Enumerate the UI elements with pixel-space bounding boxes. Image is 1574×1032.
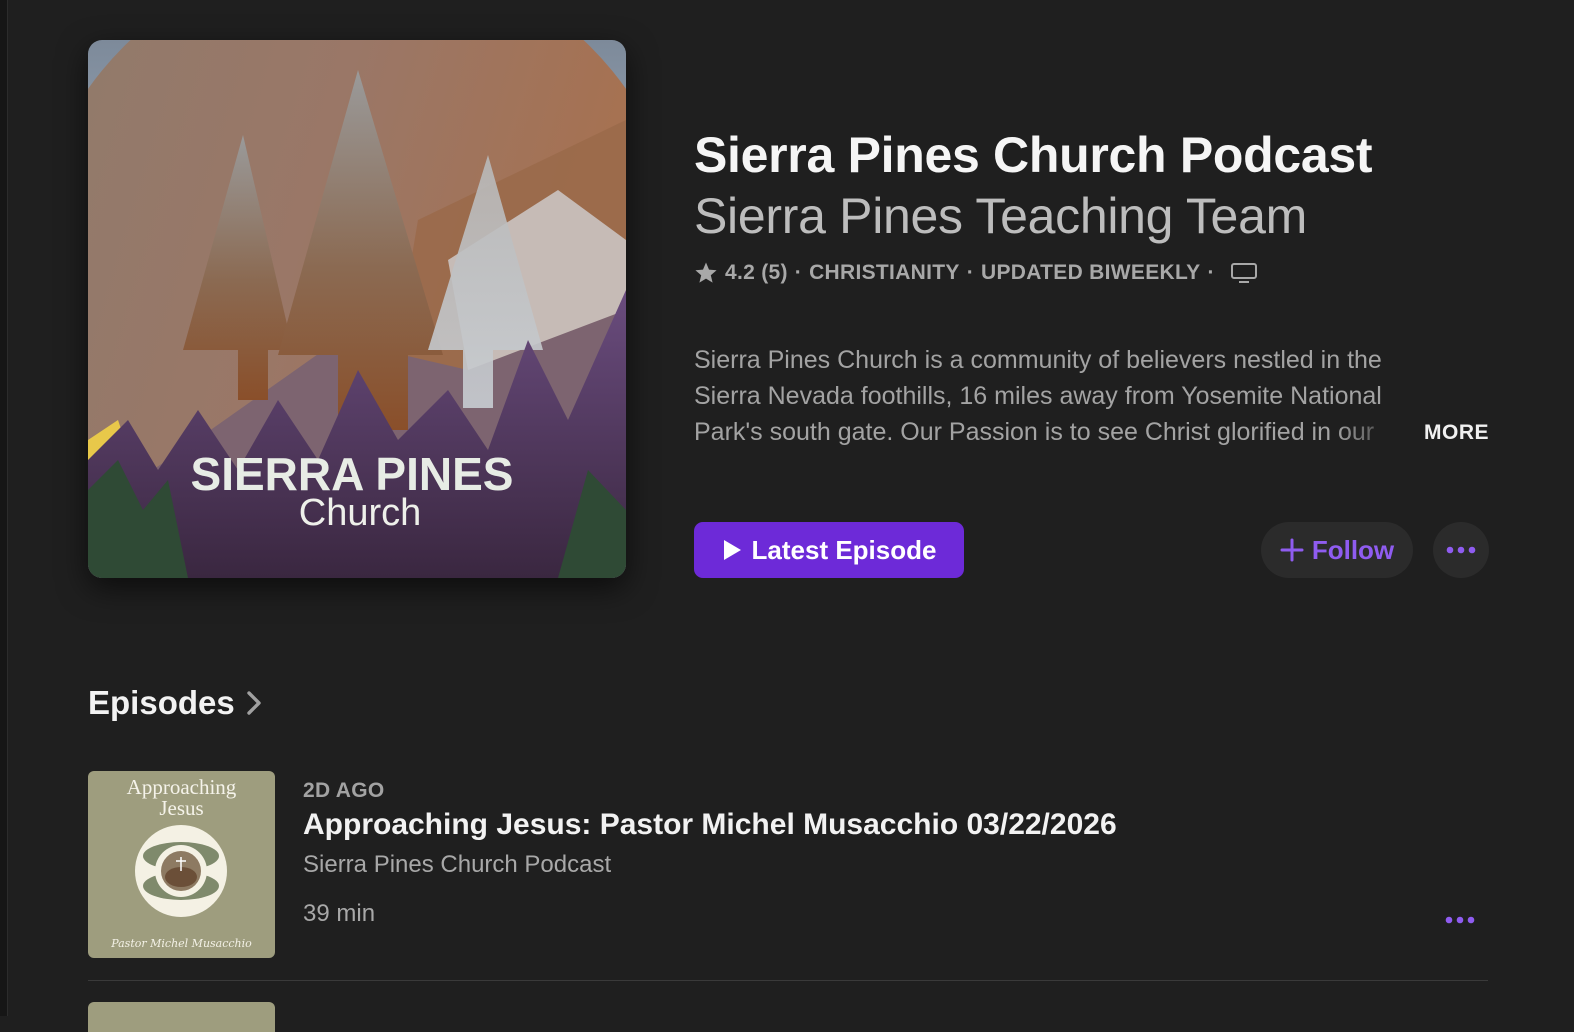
episodes-heading[interactable]: Episodes bbox=[88, 684, 263, 722]
episode-artwork-emblem bbox=[135, 825, 227, 917]
category-link[interactable]: CHRISTIANITY bbox=[809, 261, 960, 285]
episode-duration: 39 min bbox=[303, 900, 376, 927]
chevron-right-icon bbox=[247, 691, 261, 715]
more-options-button[interactable] bbox=[1433, 522, 1489, 578]
artwork-subtitle: Church bbox=[299, 492, 422, 534]
monitor-icon bbox=[1230, 263, 1257, 283]
next-episode-artwork[interactable] bbox=[88, 1002, 275, 1032]
episode-artwork-signature: Pastor Michel Musacchio bbox=[111, 937, 252, 950]
podcast-title: Sierra Pines Church Podcast bbox=[694, 127, 1373, 183]
episode-show: Sierra Pines Church Podcast bbox=[303, 851, 612, 878]
latest-episode-label: Latest Episode bbox=[751, 534, 937, 565]
meta-separator: · bbox=[966, 261, 974, 284]
episode-date: 2D AGO bbox=[303, 779, 385, 802]
plus-icon bbox=[1280, 538, 1304, 562]
description-fade bbox=[1336, 414, 1426, 452]
follow-label: Follow bbox=[1311, 534, 1395, 565]
star-icon bbox=[695, 262, 717, 283]
ellipsis-icon bbox=[1445, 916, 1475, 924]
episode-more-button[interactable] bbox=[1440, 906, 1480, 934]
play-icon bbox=[723, 540, 741, 560]
episode-artwork[interactable]: Approaching Jesus Pastor Michel Musacchi… bbox=[88, 771, 275, 958]
meta-separator: · bbox=[794, 261, 803, 284]
rating[interactable]: 4.2 (5) bbox=[725, 261, 788, 285]
ellipsis-icon bbox=[1446, 546, 1476, 554]
podcast-artwork: SIERRA PINES Church bbox=[88, 40, 626, 578]
meta-separator: · bbox=[1207, 261, 1215, 284]
latest-episode-button[interactable]: Latest Episode bbox=[694, 522, 964, 578]
more-link[interactable]: MORE bbox=[1424, 421, 1489, 445]
podcast-meta: 4.2 (5) · CHRISTIANITY · UPDATED BIWEEKL… bbox=[694, 258, 1258, 288]
window-edge bbox=[0, 0, 8, 1016]
episode-divider bbox=[88, 980, 1488, 981]
episodes-heading-label: Episodes bbox=[88, 684, 235, 721]
podcast-author[interactable]: Sierra Pines Teaching Team bbox=[694, 187, 1307, 245]
follow-button[interactable]: Follow bbox=[1261, 522, 1413, 578]
update-frequency: UPDATED BIWEEKLY bbox=[981, 261, 1201, 284]
episode-title[interactable]: Approaching Jesus: Pastor Michel Musacch… bbox=[303, 808, 1117, 842]
